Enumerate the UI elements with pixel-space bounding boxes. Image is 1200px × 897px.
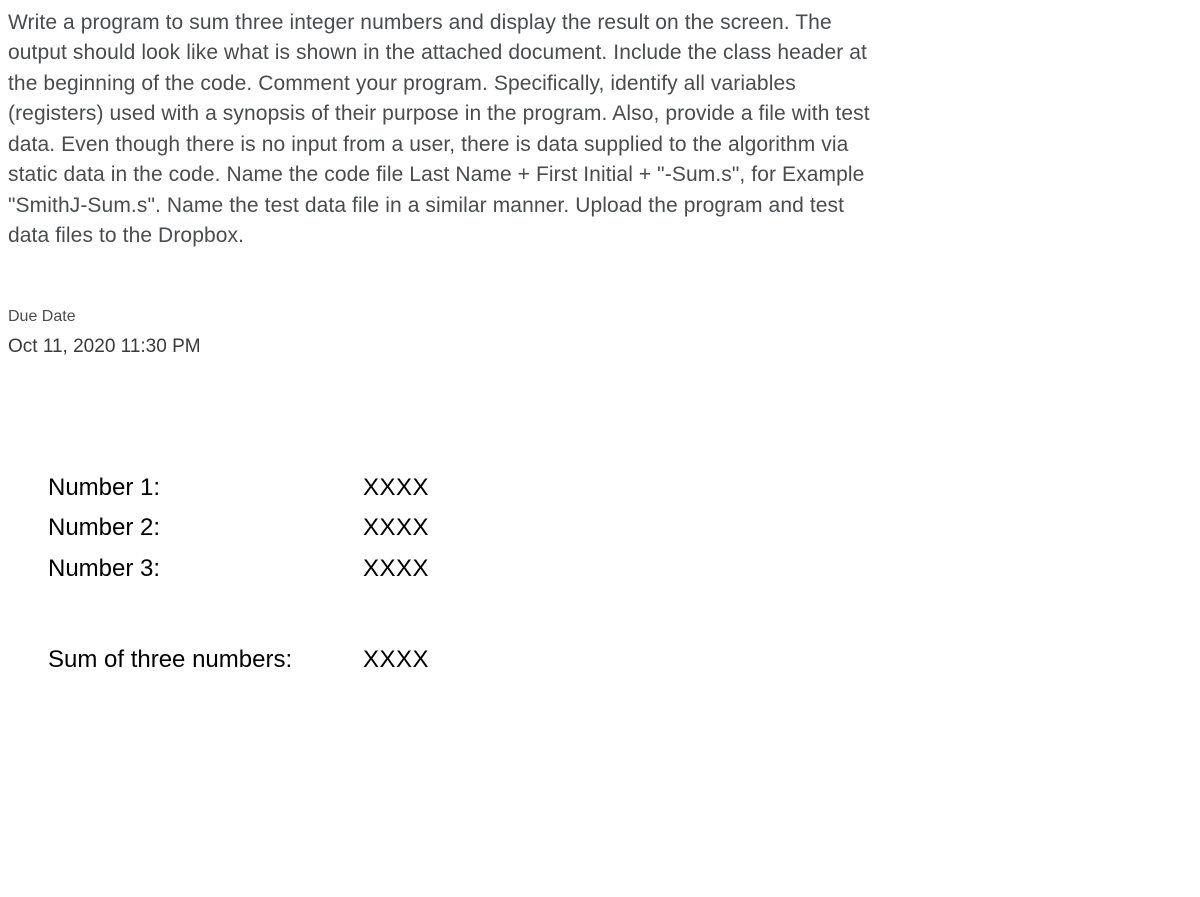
output-spacer [48,590,1192,640]
output-sum-row: Sum of three numbers: XXXX [48,640,1192,681]
output-sum-label: Sum of three numbers: [48,640,363,681]
assignment-instructions: Write a program to sum three integer num… [8,8,888,252]
output-row: Number 3: XXXX [48,549,1192,590]
output-row: Number 1: XXXX [48,468,1192,509]
output-row-value: XXXX [363,468,429,509]
output-row-label: Number 1: [48,468,363,509]
output-row-label: Number 2: [48,508,363,549]
output-row-value: XXXX [363,508,429,549]
document-body: Write a program to sum three integer num… [0,0,1200,681]
sample-output-block: Number 1: XXXX Number 2: XXXX Number 3: … [8,468,1192,681]
output-row-value: XXXX [363,549,429,590]
due-date-value: Oct 11, 2020 11:30 PM [8,336,1192,358]
output-row: Number 2: XXXX [48,508,1192,549]
output-sum-value: XXXX [363,640,429,681]
output-row-label: Number 3: [48,549,363,590]
due-date-label: Due Date [8,308,1192,326]
due-date-section: Due Date Oct 11, 2020 11:30 PM [8,308,1192,358]
